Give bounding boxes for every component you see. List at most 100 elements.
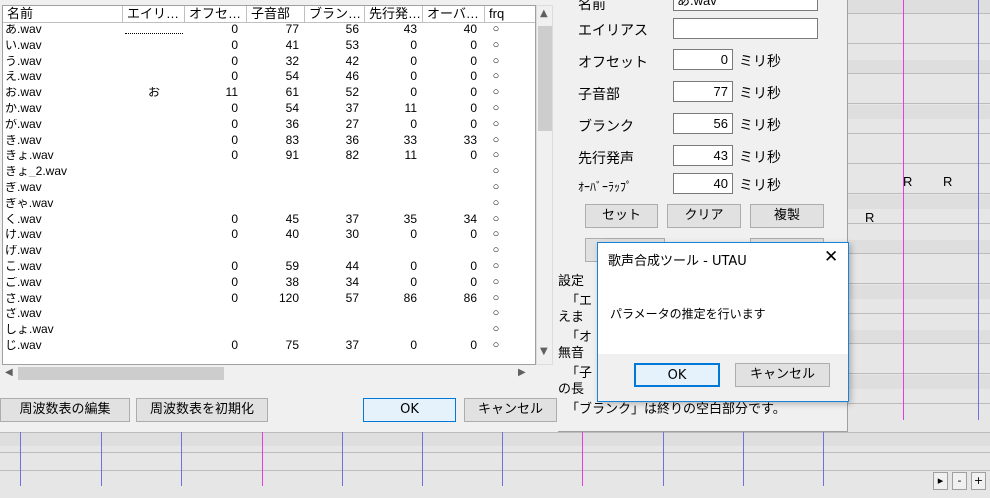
cell-overlap: 0 — [470, 87, 477, 99]
column-header-offset[interactable]: オフセ… — [185, 6, 247, 23]
table-row[interactable]: さ.wav 0 120 57 86 86 ○ — [3, 292, 535, 305]
cell-consonant: 120 — [278, 292, 299, 304]
consonant-field[interactable]: 77 — [673, 81, 733, 102]
cell-frq: ○ — [492, 24, 500, 35]
cell-overlap: 0 — [470, 261, 477, 272]
table-row[interactable]: う.wav 0 32 42 0 0 ○ — [3, 55, 535, 68]
table-row[interactable]: じ.wav 0 75 37 0 0 ○ — [3, 340, 535, 352]
ok-button[interactable]: OK — [363, 398, 456, 422]
cell-frq: ○ — [492, 71, 500, 83]
cell-offset: 0 — [231, 213, 238, 225]
cell-offset: 11 — [225, 87, 238, 99]
table-row[interactable]: こ.wav 0 59 44 0 0 ○ — [3, 261, 535, 273]
cell-overlap: 0 — [470, 71, 477, 83]
alias-edit-underline — [125, 33, 183, 34]
preutter-field[interactable]: 43 — [673, 145, 733, 166]
alias-field[interactable] — [673, 18, 818, 39]
table-row[interactable]: か.wav 0 54 37 11 0 ○ — [3, 103, 535, 115]
cell-blank: 46 — [345, 71, 359, 83]
table-row[interactable]: げ.wav ○ — [3, 245, 535, 257]
zoom-in-button[interactable]: + — [971, 472, 986, 490]
cell-offset: 0 — [231, 71, 238, 83]
zoom-out-button[interactable]: - — [952, 472, 967, 490]
cell-overlap: 40 — [463, 24, 477, 35]
oto-table: 名前 エイリ… オフセ… 子音部 ブラン… 先行発… オーバ… frq あ.wa… — [2, 5, 536, 365]
table-row[interactable]: ぎゃ.wav ○ — [3, 197, 535, 210]
alias-label: エイリアス — [578, 23, 648, 39]
table-row[interactable]: ご.wav 0 38 34 0 0 ○ — [3, 277, 535, 289]
column-header-consonant[interactable]: 子音部 — [247, 6, 305, 23]
note-label[interactable]: R — [865, 210, 874, 225]
cell-consonant: 41 — [285, 39, 299, 51]
table-row[interactable]: え.wav 0 54 46 0 0 ○ — [3, 71, 535, 83]
table-horizontal-scrollbar[interactable]: ◀ ▶ — [2, 365, 536, 382]
set-button[interactable]: セット — [585, 204, 658, 228]
edit-frequency-table-button[interactable]: 周波数表の編集 — [0, 398, 130, 422]
cell-offset: 0 — [231, 150, 238, 162]
clear-button[interactable]: クリア — [667, 204, 741, 228]
dialog-ok-button[interactable]: OK — [634, 363, 720, 387]
table-row[interactable]: きょ_2.wav ○ — [3, 166, 535, 178]
scrollbar-thumb[interactable] — [538, 26, 552, 131]
name-field[interactable]: あ.wav — [673, 0, 818, 11]
table-vertical-scrollbar[interactable]: ▲ ▼ — [536, 5, 553, 365]
table-row[interactable]: ぎ.wav ○ — [3, 182, 535, 194]
scroll-up-icon[interactable]: ▲ — [540, 8, 548, 19]
duplicate-button[interactable]: 複製 — [750, 204, 824, 228]
table-row[interactable]: きょ.wav 0 91 82 11 0 ○ — [3, 150, 535, 162]
dialog-cancel-button[interactable]: キャンセル — [735, 363, 830, 387]
cell-frq: ○ — [492, 197, 500, 209]
table-row[interactable]: が.wav 0 36 27 0 0 ○ — [3, 118, 535, 131]
column-header-frq[interactable]: frq — [485, 6, 535, 23]
cell-name: さ.wav — [5, 292, 42, 304]
help-text-line: 無音 — [558, 346, 585, 361]
cell-preutter: 11 — [404, 103, 417, 114]
cell-preutter: 0 — [410, 340, 417, 351]
overlap-field[interactable]: 40 — [673, 173, 733, 194]
scrollbar-thumb[interactable] — [18, 367, 224, 380]
table-row[interactable]: き.wav 0 83 36 33 33 ○ — [3, 135, 535, 147]
init-frequency-table-button[interactable]: 周波数表を初期化 — [136, 398, 268, 422]
cell-frq: ○ — [492, 39, 500, 51]
cell-consonant: 59 — [285, 261, 299, 272]
scroll-left-icon[interactable]: ◀ — [5, 367, 13, 378]
scroll-right-icon[interactable]: ▶ — [518, 367, 526, 378]
column-header-blank[interactable]: ブラン… — [305, 6, 365, 23]
cell-preutter: 0 — [410, 87, 417, 99]
table-row[interactable]: い.wav 0 41 53 0 0 ○ — [3, 39, 535, 52]
offset-field[interactable]: 0 — [673, 49, 733, 70]
column-header-overlap[interactable]: オーバ… — [423, 6, 485, 23]
table-row[interactable]: け.wav 0 40 30 0 0 ○ — [3, 229, 535, 241]
cancel-button[interactable]: キャンセル — [464, 398, 557, 422]
column-header-alias[interactable]: エイリ… — [123, 6, 185, 23]
cell-blank: 82 — [345, 150, 359, 162]
cell-frq: ○ — [492, 150, 500, 162]
overlap-unit: ミリ秒 — [739, 178, 781, 194]
cell-name: げ.wav — [5, 245, 42, 257]
cell-offset: 0 — [231, 340, 238, 351]
column-header-preutter[interactable]: 先行発… — [365, 6, 423, 23]
cell-frq: ○ — [492, 245, 500, 257]
cell-name: こ.wav — [5, 261, 42, 272]
cell-name: い.wav — [5, 39, 42, 51]
cell-name: あ.wav — [5, 24, 42, 35]
cell-overlap: 0 — [470, 55, 477, 67]
cell-preutter: 0 — [410, 229, 417, 241]
column-header-name[interactable]: 名前 — [3, 6, 123, 23]
table-row[interactable]: しょ.wav ○ — [3, 324, 535, 336]
play-button[interactable]: ▸ — [933, 472, 948, 490]
note-label[interactable]: R — [943, 174, 952, 189]
preutter-label: 先行発声 — [578, 151, 634, 167]
cell-blank: 27 — [345, 118, 359, 130]
cell-frq: ○ — [492, 340, 500, 351]
cell-name: う.wav — [5, 55, 42, 67]
cell-offset: 0 — [231, 55, 238, 67]
table-row[interactable]: あ.wav 0 77 56 43 40 ○ — [3, 24, 535, 36]
blank-field[interactable]: 56 — [673, 113, 733, 134]
table-row[interactable]: ざ.wav ○ — [3, 308, 535, 320]
table-row[interactable]: く.wav 0 45 37 35 34 ○ — [3, 213, 535, 226]
table-row[interactable]: お.wav お 11 61 52 0 0 ○ — [3, 87, 535, 99]
note-label[interactable]: R — [903, 174, 912, 189]
close-icon[interactable]: ✕ — [824, 247, 838, 267]
scroll-down-icon[interactable]: ▼ — [540, 346, 548, 357]
